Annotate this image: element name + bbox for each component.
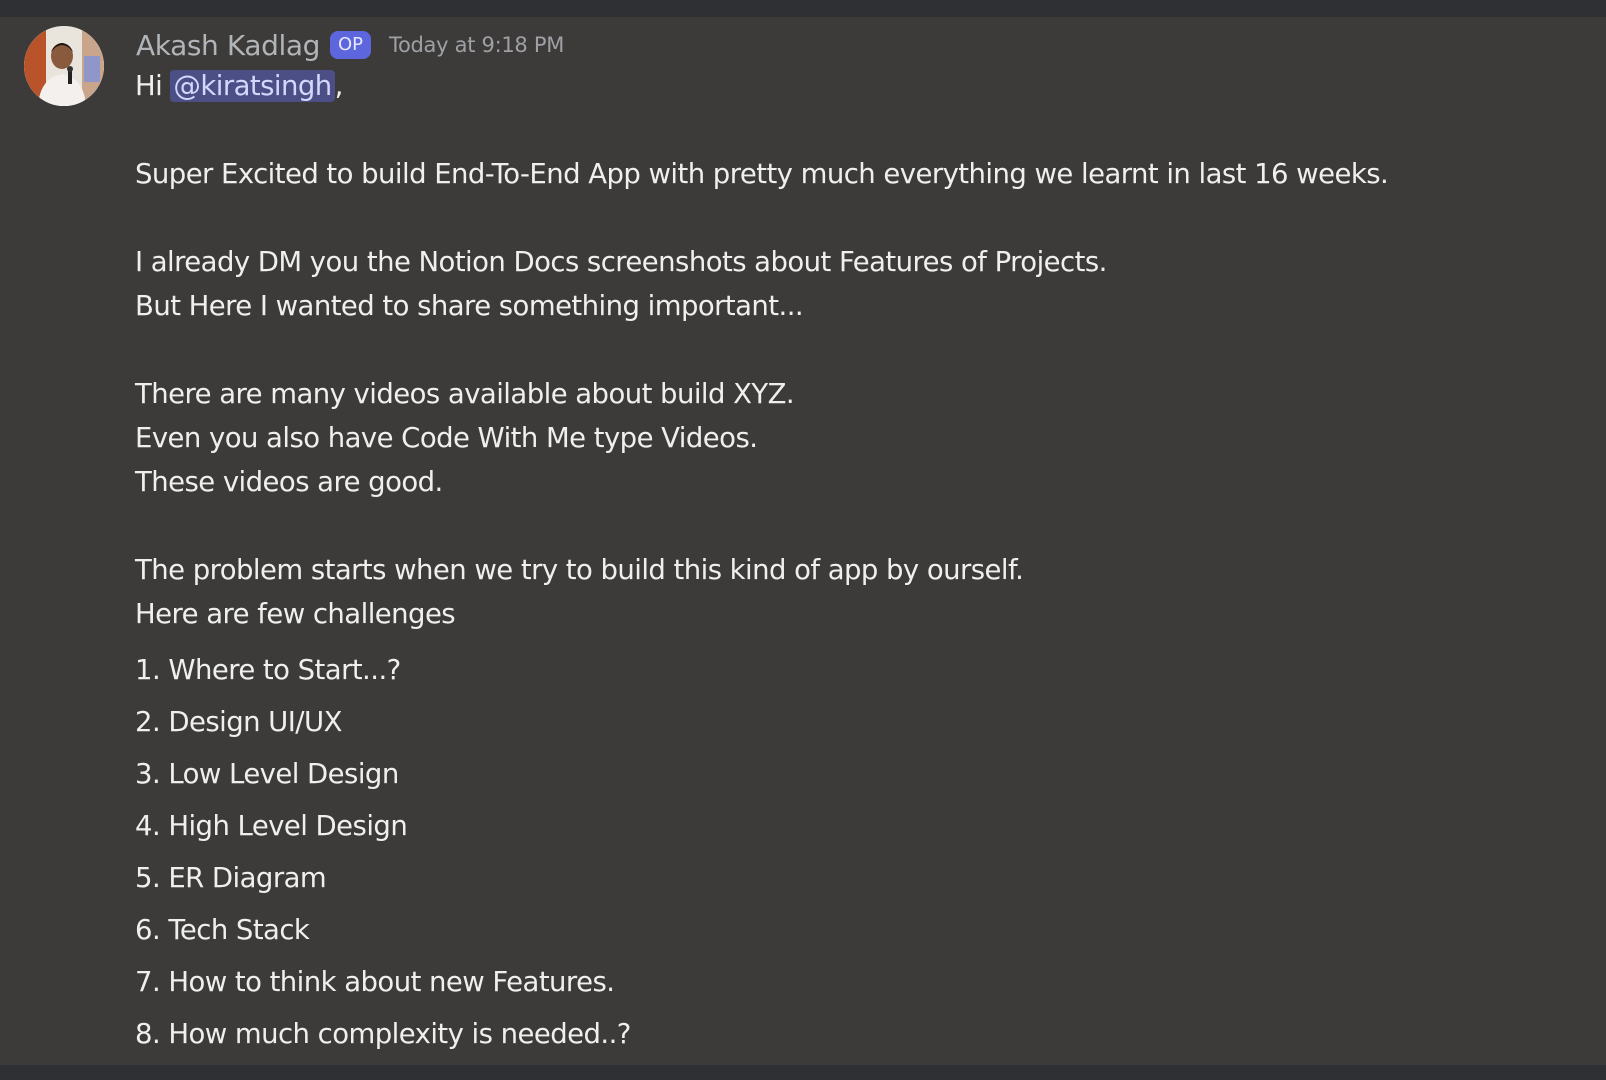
message-timestamp[interactable]: Today at 9:18 PM — [389, 33, 564, 57]
paragraph-line: But Here I wanted to share something imp… — [135, 290, 804, 322]
paragraph-line: Super Excited to build End-To-End App wi… — [135, 158, 1389, 190]
list-item: 8. How much complexity is needed..? — [135, 1018, 631, 1050]
paragraph-line: The problem starts when we try to build … — [135, 554, 1024, 586]
greeting-prefix: Hi — [135, 70, 171, 102]
list-item: 7. How to think about new Features. — [135, 966, 615, 998]
list-item: 2. Design UI/UX — [135, 706, 342, 738]
list-item: 1. Where to Start...? — [135, 654, 401, 686]
paragraph-line: Here are few challenges — [135, 598, 456, 630]
paragraph-line: I already DM you the Notion Docs screens… — [135, 246, 1107, 278]
greeting-suffix: , — [334, 70, 344, 102]
list-item: 4. High Level Design — [135, 810, 408, 842]
paragraph-line: Even you also have Code With Me type Vid… — [135, 422, 758, 454]
avatar[interactable] — [24, 26, 104, 106]
greeting-line: Hi @kiratsingh, — [135, 64, 1575, 108]
op-badge: OP — [329, 31, 372, 59]
message-header: Akash Kadlag OP Today at 9:18 PM — [136, 27, 564, 63]
top-divider — [0, 0, 1606, 17]
paragraph-line: There are many videos available about bu… — [135, 378, 795, 410]
bottom-divider — [0, 1065, 1606, 1080]
user-photo-icon — [24, 26, 104, 106]
list-item: 5. ER Diagram — [135, 862, 327, 894]
user-mention[interactable]: @kiratsingh — [170, 70, 335, 102]
list-item: 3. Low Level Design — [135, 758, 399, 790]
paragraph-line: These videos are good. — [135, 466, 443, 498]
message-content: Hi @kiratsingh, Super Excited to build E… — [135, 64, 1575, 1060]
author-name[interactable]: Akash Kadlag — [136, 29, 320, 62]
chat-message: Akash Kadlag OP Today at 9:18 PM Hi @kir… — [0, 17, 1606, 1065]
challenges-list: 1. Where to Start...? 2. Design UI/UX 3.… — [135, 644, 1575, 1060]
list-item: 6. Tech Stack — [135, 914, 310, 946]
